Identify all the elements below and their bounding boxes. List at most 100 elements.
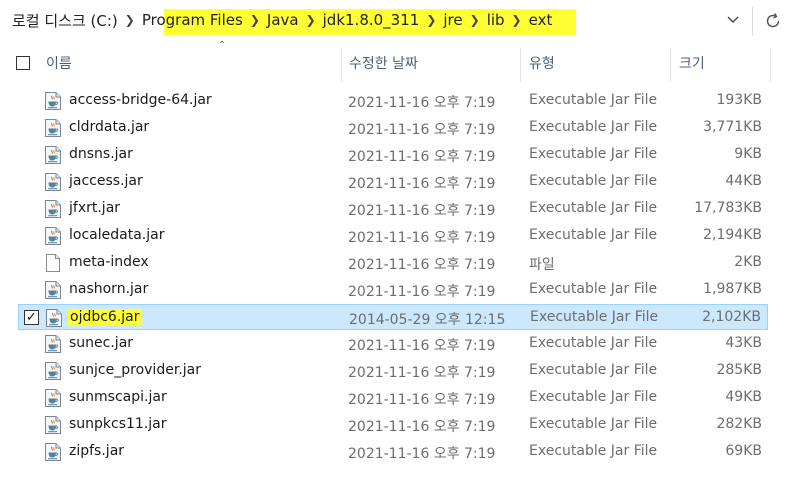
file-type: Executable Jar File — [529, 362, 658, 378]
breadcrumb-program-files[interactable]: Program Files — [142, 11, 243, 29]
chevron-right-icon[interactable]: ❯ — [243, 13, 267, 27]
file-size: 1,987KB — [703, 281, 762, 297]
file-name: cldrdata.jar — [69, 119, 150, 135]
file-row[interactable]: nashorn.jar 2021-11-16 오후 7:19 Executable … — [18, 277, 768, 303]
file-type: Executable Jar File — [529, 281, 658, 297]
file-row[interactable]: cldrdata.jar 2021-11-16 오후 7:19 Executable… — [18, 115, 768, 141]
file-size: 3,771KB — [703, 119, 762, 135]
file-date: 2021-11-16 오후 7:19 — [348, 230, 496, 246]
jar-file-icon — [45, 335, 61, 353]
column-type-label: 유형 — [529, 56, 555, 72]
jar-file-icon — [45, 92, 61, 110]
column-type[interactable]: 유형 — [529, 44, 669, 82]
jar-file-icon — [46, 309, 62, 327]
chevron-right-icon[interactable]: ❯ — [299, 13, 323, 27]
file-type: Executable Jar File — [529, 227, 658, 243]
file-row[interactable]: meta-index 2021-11-16 오후 7:19 파일 2KB — [18, 250, 768, 276]
column-header: 이름 ⌃ 수정한 날짜 유형 크기 — [0, 40, 802, 82]
breadcrumb-jre[interactable]: jre — [443, 11, 462, 29]
chevron-right-icon[interactable]: ❯ — [505, 13, 529, 27]
file-row[interactable]: ✓ ojdbc6.jar 2014-05-29 오후 12:15 Executable… — [18, 304, 768, 330]
breadcrumb-java[interactable]: Java — [267, 11, 299, 29]
refresh-icon — [766, 13, 780, 28]
file-date: 2021-11-16 오후 7:19 — [348, 365, 496, 381]
file-type: Executable Jar File — [529, 173, 658, 189]
file-row[interactable]: jfxrt.jar 2021-11-16 오후 7:19 Executable Ja… — [18, 196, 768, 222]
file-name: ojdbc6.jar — [68, 309, 142, 325]
file-size: 9KB — [734, 146, 762, 162]
file-name: sunmscapi.jar — [69, 389, 167, 405]
breadcrumb-lib[interactable]: lib — [487, 11, 505, 29]
refresh-button[interactable] — [760, 8, 786, 34]
file-size: 44KB — [725, 173, 762, 189]
jar-file-icon — [45, 389, 61, 407]
file-date: 2021-11-16 오후 7:19 — [348, 419, 496, 435]
chevron-right-icon[interactable]: ❯ — [463, 13, 487, 27]
column-name[interactable]: 이름 ⌃ — [46, 40, 340, 82]
breadcrumb-ext[interactable]: ext — [529, 11, 553, 29]
column-divider[interactable] — [770, 48, 771, 82]
jar-file-icon — [45, 281, 61, 299]
jar-file-icon — [45, 119, 61, 137]
file-size: 49KB — [725, 389, 762, 405]
file-date: 2021-11-16 오후 7:19 — [348, 284, 496, 300]
column-divider[interactable] — [341, 48, 342, 82]
address-bar: 로컬 디스크 (C:) ❯ Program Files ❯ Java ❯ jdk… — [0, 0, 802, 40]
breadcrumb-jdk[interactable]: jdk1.8.0_311 — [323, 11, 420, 29]
file-name: dnsns.jar — [69, 146, 133, 162]
select-all-checkbox[interactable] — [16, 44, 30, 82]
jar-file-icon — [45, 443, 61, 461]
column-divider[interactable] — [670, 48, 671, 82]
column-name-label: 이름 — [46, 56, 72, 72]
jar-file-icon — [45, 146, 61, 164]
file-name: sunec.jar — [69, 335, 134, 351]
address-divider — [752, 6, 753, 36]
file-row[interactable]: jaccess.jar 2021-11-16 오후 7:19 Executable … — [18, 169, 768, 195]
file-row[interactable]: sunec.jar 2021-11-16 오후 7:19 Executable Ja… — [18, 331, 768, 357]
file-size: 285KB — [716, 362, 762, 378]
chevron-right-icon[interactable]: ❯ — [118, 13, 142, 27]
file-row[interactable]: access-bridge-64.jar 2021-11-16 오후 7:19 Ex… — [18, 88, 768, 114]
file-row[interactable]: sunpkcs11.jar 2021-11-16 오후 7:19 Executabl… — [18, 412, 768, 438]
file-type: Executable Jar File — [529, 416, 658, 432]
jar-file-icon — [45, 173, 61, 191]
file-size: 43KB — [725, 335, 762, 351]
column-date[interactable]: 수정한 날짜 — [349, 44, 519, 82]
file-type: Executable Jar File — [529, 335, 658, 351]
file-size: 69KB — [725, 443, 762, 459]
file-row[interactable]: zipfs.jar 2021-11-16 오후 7:19 Executable Ja… — [18, 439, 768, 465]
file-row[interactable]: sunmscapi.jar 2021-11-16 오후 7:19 Executabl… — [18, 385, 768, 411]
checkbox[interactable] — [16, 56, 30, 70]
breadcrumb-root[interactable]: 로컬 디스크 (C:) — [12, 10, 118, 31]
file-size: 2,102KB — [702, 309, 761, 325]
file-name: sunpkcs11.jar — [69, 416, 167, 432]
file-name: jfxrt.jar — [69, 200, 121, 216]
breadcrumb[interactable]: 로컬 디스크 (C:) ❯ Program Files ❯ Java ❯ jdk… — [12, 5, 754, 35]
file-name: access-bridge-64.jar — [69, 92, 212, 108]
file-date: 2021-11-16 오후 7:19 — [348, 95, 496, 111]
chevron-right-icon[interactable]: ❯ — [419, 13, 443, 27]
row-checkbox[interactable]: ✓ — [24, 310, 39, 325]
column-size[interactable]: 크기 — [679, 44, 769, 82]
file-date: 2014-05-29 오후 12:15 — [349, 312, 506, 328]
file-size: 2KB — [734, 254, 762, 270]
column-divider[interactable] — [520, 48, 521, 82]
file-size: 282KB — [716, 416, 762, 432]
file-date: 2021-11-16 오후 7:19 — [348, 392, 496, 408]
file-row[interactable]: localedata.jar 2021-11-16 오후 7:19 Executab… — [18, 223, 768, 249]
column-date-label: 수정한 날짜 — [349, 56, 418, 72]
file-row[interactable]: sunjce_provider.jar 2021-11-16 오후 7:19 Exe… — [18, 358, 768, 384]
file-date: 2021-11-16 오후 7:19 — [348, 176, 496, 192]
column-size-label: 크기 — [679, 56, 705, 72]
chevron-down-icon — [727, 16, 739, 23]
sort-ascending-icon: ⌃ — [218, 40, 227, 51]
file-type: Executable Jar File — [529, 119, 658, 135]
file-type: Executable Jar File — [529, 92, 658, 108]
file-date: 2021-11-16 오후 7:19 — [348, 257, 496, 273]
file-row[interactable]: dnsns.jar 2021-11-16 오후 7:19 Executable Ja… — [18, 142, 768, 168]
file-date: 2021-11-16 오후 7:19 — [348, 203, 496, 219]
file-size: 2,194KB — [703, 227, 762, 243]
file-name: nashorn.jar — [69, 281, 149, 297]
file-type: Executable Jar File — [529, 200, 658, 216]
address-history-dropdown[interactable] — [722, 10, 744, 30]
